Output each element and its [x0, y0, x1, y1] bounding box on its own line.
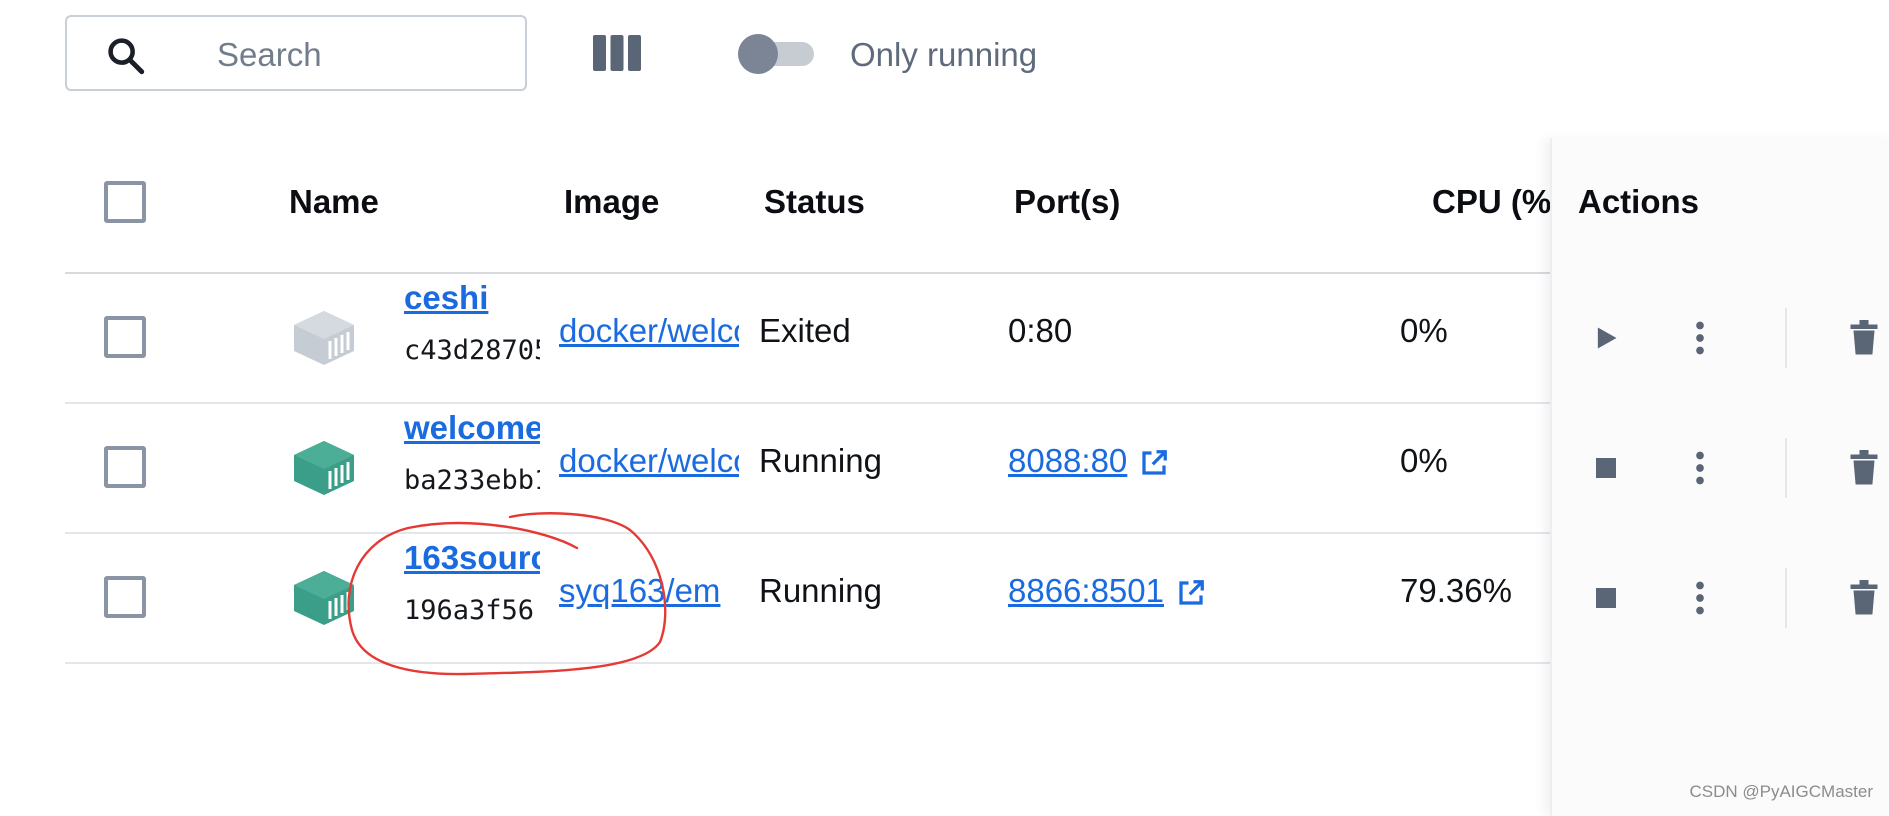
port-link[interactable]: 8866:8501: [1008, 570, 1206, 612]
search-icon: [108, 38, 145, 75]
status-text: Exited: [759, 312, 851, 349]
cpu-usage: 79.36%: [1400, 570, 1550, 612]
column-header-ports[interactable]: Port(s): [1014, 182, 1120, 222]
row-checkbox[interactable]: [104, 316, 146, 358]
port-link[interactable]: 8088:80: [1008, 440, 1169, 482]
container-name-link[interactable]: ceshi: [404, 277, 540, 319]
container-running-icon: [294, 441, 354, 495]
search-input[interactable]: [217, 35, 507, 75]
cpu-usage: 0%: [1400, 310, 1550, 352]
status-text: Running: [759, 572, 882, 609]
actions-divider: [1785, 568, 1787, 628]
actions-divider: [1785, 438, 1787, 498]
row-checkbox[interactable]: [104, 446, 146, 488]
toggle-knob: [738, 34, 778, 74]
column-header-status[interactable]: Status: [764, 182, 865, 222]
external-link-icon: [1179, 580, 1204, 605]
stop-icon[interactable]: [1594, 586, 1618, 610]
delete-icon[interactable]: [1849, 450, 1879, 486]
cpu-value: 0%: [1400, 312, 1448, 349]
actions-divider: [1785, 308, 1787, 368]
image-link[interactable]: docker/welcome-to-docker: [559, 310, 739, 352]
more-options-icon[interactable]: [1690, 581, 1710, 615]
cpu-value: 0%: [1400, 442, 1448, 479]
container-running-icon: [294, 571, 354, 625]
more-options-icon[interactable]: [1690, 321, 1710, 355]
column-header-name[interactable]: Name: [289, 182, 379, 222]
port-text: 0:80: [1008, 312, 1073, 349]
container-name-link[interactable]: welcome-to-docker: [404, 407, 540, 449]
container-id: c43d28705: [404, 335, 540, 366]
more-options-icon[interactable]: [1690, 451, 1710, 485]
container-name-link[interactable]: 163source: [404, 537, 540, 579]
row-checkbox[interactable]: [104, 576, 146, 618]
only-running-label: Only running: [850, 36, 1038, 73]
select-all-checkbox[interactable]: [104, 181, 146, 223]
image-link[interactable]: syq163/em: [559, 570, 739, 612]
container-exited-icon: [294, 311, 354, 365]
stop-icon[interactable]: [1594, 456, 1618, 480]
start-icon[interactable]: [1592, 324, 1620, 352]
port-value: 8088:80: [1008, 442, 1128, 479]
image-link[interactable]: docker/welcome-to-docker: [559, 440, 739, 482]
delete-icon[interactable]: [1849, 580, 1879, 616]
columns-icon[interactable]: [592, 34, 642, 72]
status-text: Running: [759, 442, 882, 479]
actions-column: Actions: [1550, 138, 1889, 816]
external-link-icon: [1142, 450, 1168, 475]
container-id: 196a3f56: [404, 595, 535, 626]
column-header-actions: Actions: [1578, 183, 1700, 220]
container-id: ba233ebb1: [404, 465, 540, 496]
port-value: 8866:8501: [1008, 572, 1164, 609]
cpu-usage: 0%: [1400, 440, 1550, 482]
column-header-image[interactable]: Image: [564, 182, 659, 222]
column-header-cpu[interactable]: CPU (%): [1432, 182, 1550, 222]
only-running-toggle[interactable]: [738, 34, 814, 76]
watermark: CSDN @PyAIGCMaster: [1689, 782, 1873, 801]
delete-icon[interactable]: [1849, 320, 1879, 356]
search-box[interactable]: [65, 15, 527, 91]
cpu-value: 79.36%: [1400, 572, 1512, 609]
